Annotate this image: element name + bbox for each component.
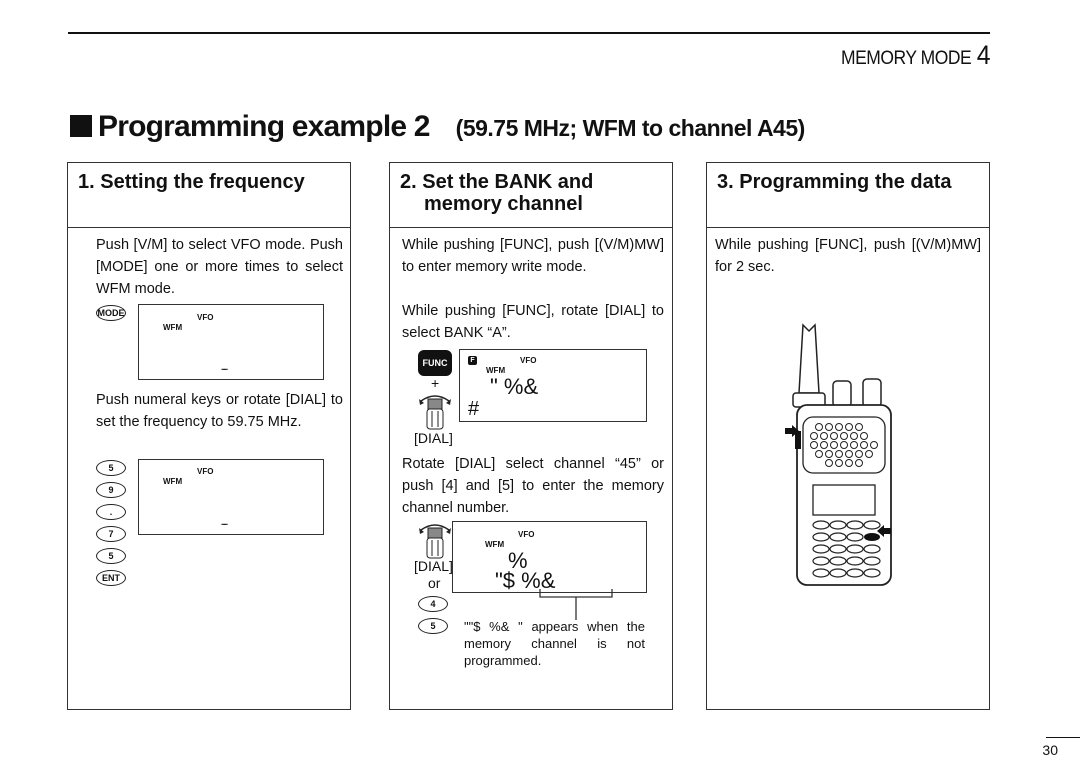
chapter-header: MEMORY MODE 4 xyxy=(840,40,991,71)
radio-illustration xyxy=(792,323,892,586)
lcd-segment-line-1: " %& xyxy=(490,374,539,399)
step-2-paragraph-3: Rotate [DIAL] select channel “45” or pus… xyxy=(402,456,664,516)
dial-label: [DIAL] xyxy=(414,430,453,446)
lcd-mode: WFM xyxy=(163,477,183,486)
lcd-display-4: VFO WFM % "$ %& xyxy=(452,521,647,593)
key-5: 5 xyxy=(418,618,448,634)
dial-icon xyxy=(419,395,451,430)
step-1-panel: 1. Setting the frequency Push [V/M] to s… xyxy=(67,162,351,710)
page-title: Programming example 2 (59.75 MHz; WFM to … xyxy=(70,110,805,144)
plus-sign: + xyxy=(431,375,440,391)
lcd-vfo: VFO xyxy=(197,313,214,322)
step-2-paragraph-2: While pushing [FUNC], rotate [DIAL] to s… xyxy=(402,303,664,341)
key-dot: . xyxy=(96,504,126,520)
top-rule xyxy=(68,32,990,34)
step-3-panel: 3. Programming the data While pushing [F… xyxy=(706,162,990,710)
key-7: 7 xyxy=(96,526,126,542)
step-3-heading: 3. Programming the data xyxy=(707,163,989,228)
or-label: or xyxy=(428,575,441,591)
key-5: 5 xyxy=(96,460,126,476)
mode-key: MODE xyxy=(96,305,126,321)
key-4: 4 xyxy=(418,596,448,612)
lcd-display-3: F VFO WFM " %& # xyxy=(459,349,647,422)
key-9: 9 xyxy=(96,482,126,498)
step-3-paragraph-1: While pushing [FUNC], push [(V/M)MW] for… xyxy=(715,237,981,275)
step-2-heading-line-2: memory channel xyxy=(424,193,583,215)
step-1-heading: 1. Setting the frequency xyxy=(68,163,350,228)
page-number: 30 xyxy=(1042,742,1058,758)
lcd-display-1: VFO WFM ..... xyxy=(138,304,324,380)
step-2-panel: 2. Set the BANK and memory channel While… xyxy=(389,162,673,710)
arrow-left-icon xyxy=(877,525,891,537)
lcd-dash: ..... xyxy=(221,363,228,372)
lcd-vfo: VFO xyxy=(520,356,537,365)
lcd-mode: WFM xyxy=(163,323,183,332)
title-sub: (59.75 MHz; WFM to channel A45) xyxy=(455,115,806,141)
lcd-vfo: VFO xyxy=(518,530,535,539)
callout-bracket xyxy=(539,589,613,620)
step-2-heading-line-1: 2. Set the BANK and xyxy=(400,171,594,193)
key-5b: 5 xyxy=(96,548,126,564)
lcd-segment-line-2: # xyxy=(468,398,480,420)
key-ent: ENT xyxy=(96,570,126,586)
chapter-label: MEMORY MODE xyxy=(840,48,972,69)
step-2-note: ""$ %& " appears when the memory channel… xyxy=(464,619,645,668)
step-2-heading: 2. Set the BANK and memory channel xyxy=(390,163,672,228)
step-1-paragraph-2: Push numeral keys or rotate [DIAL] to se… xyxy=(96,392,343,430)
step-1-paragraph-1: Push [V/M] to select VFO mode. Push [MOD… xyxy=(96,237,343,297)
chapter-number: 4 xyxy=(976,40,991,70)
lcd-vfo: VFO xyxy=(197,467,214,476)
step-2-paragraph-1: While pushing [FUNC], push [(V/M)MW] to … xyxy=(402,237,664,275)
dial-label-2: [DIAL] xyxy=(414,558,453,574)
title-main: Programming example 2 xyxy=(98,110,430,143)
square-bullet-icon xyxy=(70,115,92,137)
func-key: FUNC xyxy=(418,350,452,376)
function-indicator-icon: F xyxy=(468,356,477,365)
arrow-right-icon xyxy=(785,425,799,437)
lcd-mode: WFM xyxy=(485,540,505,549)
page-number-rule xyxy=(1046,737,1080,738)
dial-icon-2 xyxy=(419,524,451,559)
lcd-display-2: VFO WFM ..... xyxy=(138,459,324,535)
lcd-dash: ..... xyxy=(221,518,228,527)
